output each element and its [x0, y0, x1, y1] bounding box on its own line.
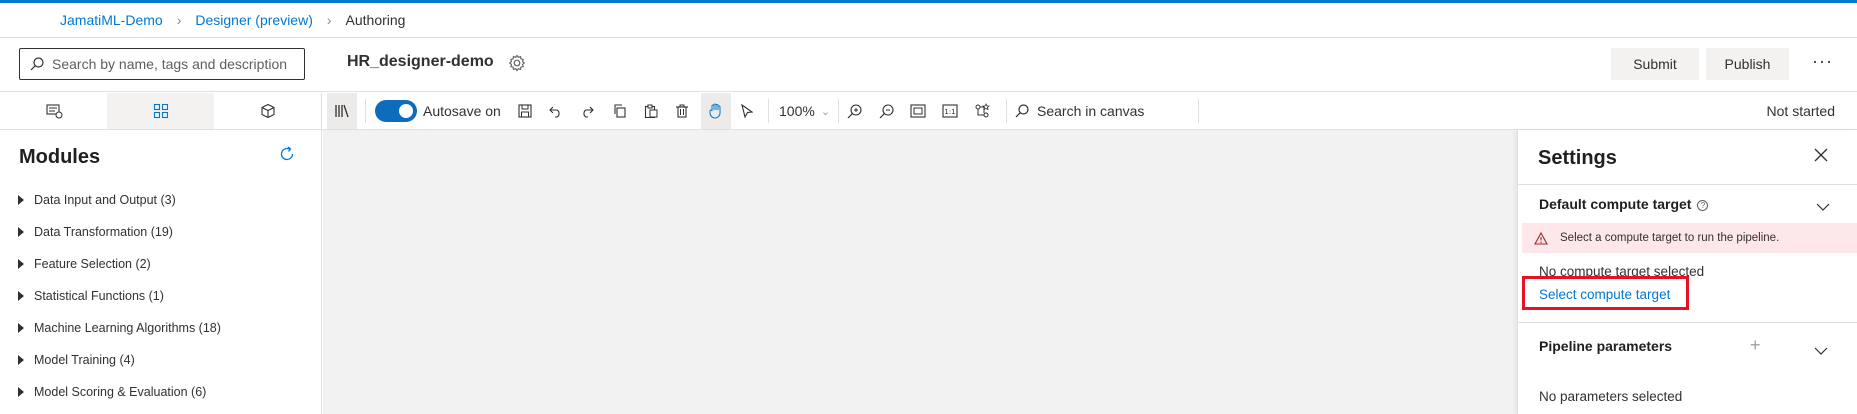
pipeline-canvas[interactable] [323, 130, 1517, 414]
library-icon[interactable] [327, 93, 357, 129]
list-item[interactable]: Data Transformation (19) [18, 216, 221, 248]
divider [1518, 322, 1857, 323]
add-parameter-icon[interactable]: + [1750, 335, 1761, 356]
divider [1198, 99, 1199, 123]
delete-icon[interactable] [667, 93, 697, 129]
zoom-value: 100% [779, 103, 815, 119]
caret-right-icon [18, 355, 24, 365]
canvas-search-placeholder: Search in canvas [1037, 103, 1145, 119]
run-status: Not started [1766, 103, 1835, 119]
undo-icon[interactable] [541, 93, 571, 129]
cube-icon [260, 103, 275, 119]
canvas-search[interactable]: Search in canvas [1015, 93, 1144, 129]
more-options-icon[interactable]: ··· [1812, 51, 1833, 72]
save-icon[interactable] [510, 93, 540, 129]
redo-icon[interactable] [572, 93, 602, 129]
module-list: Data Input and Output (3) Data Transform… [18, 184, 221, 408]
module-search-input[interactable]: Search by name, tags and description [19, 48, 305, 80]
chevron-down-icon: ⌄ [820, 105, 831, 118]
publish-button[interactable]: Publish [1706, 48, 1789, 80]
search-placeholder: Search by name, tags and description [52, 56, 288, 72]
divider [1518, 184, 1857, 185]
settings-title: Settings [1538, 147, 1617, 169]
module-category-label: Model Scoring & Evaluation (6) [34, 385, 207, 399]
search-icon [30, 57, 44, 71]
caret-right-icon [18, 227, 24, 237]
module-category-label: Machine Learning Algorithms (18) [34, 321, 221, 335]
caret-right-icon [18, 323, 24, 333]
zoom-out-icon[interactable] [871, 93, 901, 129]
autosave-toggle[interactable] [375, 93, 417, 129]
caret-right-icon [18, 387, 24, 397]
warning-icon [1534, 231, 1548, 245]
chevron-down-icon[interactable] [1814, 342, 1828, 360]
divider [365, 99, 366, 123]
svg-text:1:1: 1:1 [944, 108, 955, 116]
actual-size-icon[interactable]: 1:1 [935, 93, 965, 129]
modules-icon [153, 103, 168, 119]
params-section-title: Pipeline parameters [1539, 338, 1673, 354]
tab-datasets[interactable] [0, 93, 107, 129]
breadcrumb-current: Authoring [345, 12, 406, 28]
chevron-right-icon: › [176, 12, 182, 28]
module-category-label: Model Training (4) [34, 353, 135, 367]
chevron-down-icon[interactable] [1816, 198, 1830, 216]
caret-right-icon [18, 291, 24, 301]
warning-text: Select a compute target to run the pipel… [1560, 232, 1780, 244]
compute-section-title: Default compute target [1539, 196, 1692, 212]
list-item[interactable]: Model Training (4) [18, 344, 221, 376]
toggle-switch[interactable] [375, 100, 417, 122]
caret-right-icon [18, 259, 24, 269]
compute-section-header[interactable]: Default compute target? [1539, 196, 1709, 212]
no-params-text: No parameters selected [1539, 389, 1683, 404]
pipeline-name[interactable]: HR_designer-demo [347, 53, 494, 71]
datasets-icon [45, 104, 62, 119]
pan-hand-icon[interactable] [701, 93, 731, 129]
gear-icon[interactable] [506, 52, 528, 74]
breadcrumb-workspace-link[interactable]: JamatiML-Demo [60, 12, 163, 28]
list-item[interactable]: Feature Selection (2) [18, 248, 221, 280]
refresh-icon[interactable] [278, 145, 296, 168]
module-category-label: Data Transformation (19) [34, 225, 173, 239]
copy-icon[interactable] [605, 93, 635, 129]
header: Search by name, tags and description HR_… [0, 38, 1857, 92]
paste-icon[interactable] [636, 93, 666, 129]
auto-layout-icon[interactable] [967, 93, 997, 129]
settings-panel: Settings Default compute target? Select … [1517, 130, 1857, 414]
caret-right-icon [18, 195, 24, 205]
breadcrumb: JamatiML-Demo › Designer (preview) › Aut… [0, 3, 1857, 38]
tab-modules[interactable] [107, 93, 214, 129]
zoom-dropdown[interactable]: 100% ⌄ [779, 93, 830, 129]
zoom-in-icon[interactable] [839, 93, 869, 129]
highlight-annotation-box [1522, 276, 1689, 310]
chevron-right-icon: › [326, 12, 332, 28]
list-item[interactable]: Machine Learning Algorithms (18) [18, 312, 221, 344]
autosave-label: Autosave on [423, 103, 501, 119]
modules-panel: Modules Data Input and Output (3) Data T… [0, 130, 322, 414]
divider [1006, 99, 1007, 123]
list-item[interactable]: Model Scoring & Evaluation (6) [18, 376, 221, 408]
module-category-label: Feature Selection (2) [34, 257, 151, 271]
breadcrumb-designer-link[interactable]: Designer (preview) [195, 12, 312, 28]
left-panel-tabs [0, 93, 322, 129]
toolbar: Autosave on 100% ⌄ 1:1 Search in canvas … [0, 93, 1857, 130]
list-item[interactable]: Data Input and Output (3) [18, 184, 221, 216]
fit-to-screen-icon[interactable] [903, 93, 933, 129]
search-icon [1015, 104, 1029, 118]
close-icon[interactable] [1814, 148, 1828, 167]
select-pointer-icon[interactable] [732, 93, 762, 129]
modules-title: Modules [19, 146, 101, 168]
info-icon[interactable]: ? [1697, 199, 1709, 211]
warning-banner: Select a compute target to run the pipel… [1522, 223, 1857, 253]
module-category-label: Statistical Functions (1) [34, 289, 164, 303]
submit-button[interactable]: Submit [1611, 48, 1699, 80]
tab-models[interactable] [214, 93, 321, 129]
module-category-label: Data Input and Output (3) [34, 193, 176, 207]
divider [768, 99, 769, 123]
list-item[interactable]: Statistical Functions (1) [18, 280, 221, 312]
